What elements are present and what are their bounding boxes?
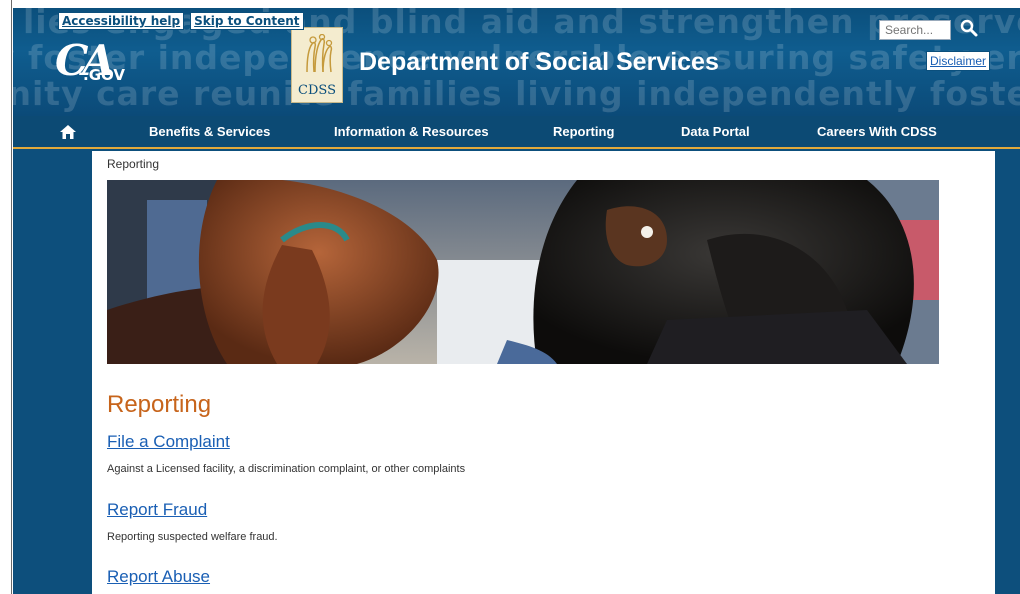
- search-input[interactable]: [879, 20, 951, 40]
- nav-data-portal[interactable]: Data Portal: [681, 124, 750, 139]
- main-nav: Benefits & Services Information & Resour…: [13, 116, 1020, 149]
- report-fraud-description: Reporting suspected welfare fraud.: [107, 531, 278, 543]
- breadcrumb[interactable]: Reporting: [107, 157, 159, 171]
- nav-reporting[interactable]: Reporting: [553, 124, 614, 139]
- skip-to-content-link[interactable]: Skip to Content: [190, 12, 304, 30]
- skip-links: Accessibility help Skip to Content: [58, 12, 304, 30]
- hero-image: [107, 180, 939, 364]
- cdss-logo-text: CDSS: [298, 83, 336, 98]
- left-edge: [0, 0, 12, 594]
- background-word-line: unity care reunite families living indep…: [13, 74, 1020, 113]
- nav-information-resources[interactable]: Information & Resources: [334, 124, 489, 139]
- file-complaint-description: Against a Licensed facility, a discrimin…: [107, 463, 466, 475]
- report-abuse-link[interactable]: Report Abuse: [107, 567, 210, 587]
- search-icon[interactable]: [959, 18, 979, 38]
- cdss-figures-icon: [306, 34, 333, 73]
- page-title: Reporting: [107, 391, 212, 418]
- browser-page: lies engaged and blind aid and strengthe…: [0, 0, 1020, 594]
- accessibility-help-link[interactable]: Accessibility help: [58, 12, 185, 30]
- cdss-logo[interactable]: CDSS: [291, 27, 343, 103]
- site-header: lies engaged and blind aid and strengthe…: [13, 8, 1020, 116]
- ca-gov-logo[interactable]: CA .GOV: [53, 36, 133, 92]
- site-frame: lies engaged and blind aid and strengthe…: [13, 8, 1020, 594]
- report-fraud-link[interactable]: Report Fraud: [107, 500, 207, 520]
- main-content: Reporting Reporting File a Complaint Aga…: [92, 151, 995, 594]
- nav-benefits-services[interactable]: Benefits & Services: [149, 124, 270, 139]
- department-title[interactable]: Department of Social Services: [359, 48, 719, 77]
- ca-logo-suffix: .GOV: [83, 66, 125, 84]
- home-icon[interactable]: [59, 123, 77, 141]
- file-complaint-link[interactable]: File a Complaint: [107, 432, 230, 452]
- disclaimer-link[interactable]: Disclaimer: [926, 51, 991, 71]
- hero-photo-illustration: [107, 180, 939, 364]
- nav-careers[interactable]: Careers With CDSS: [817, 124, 937, 139]
